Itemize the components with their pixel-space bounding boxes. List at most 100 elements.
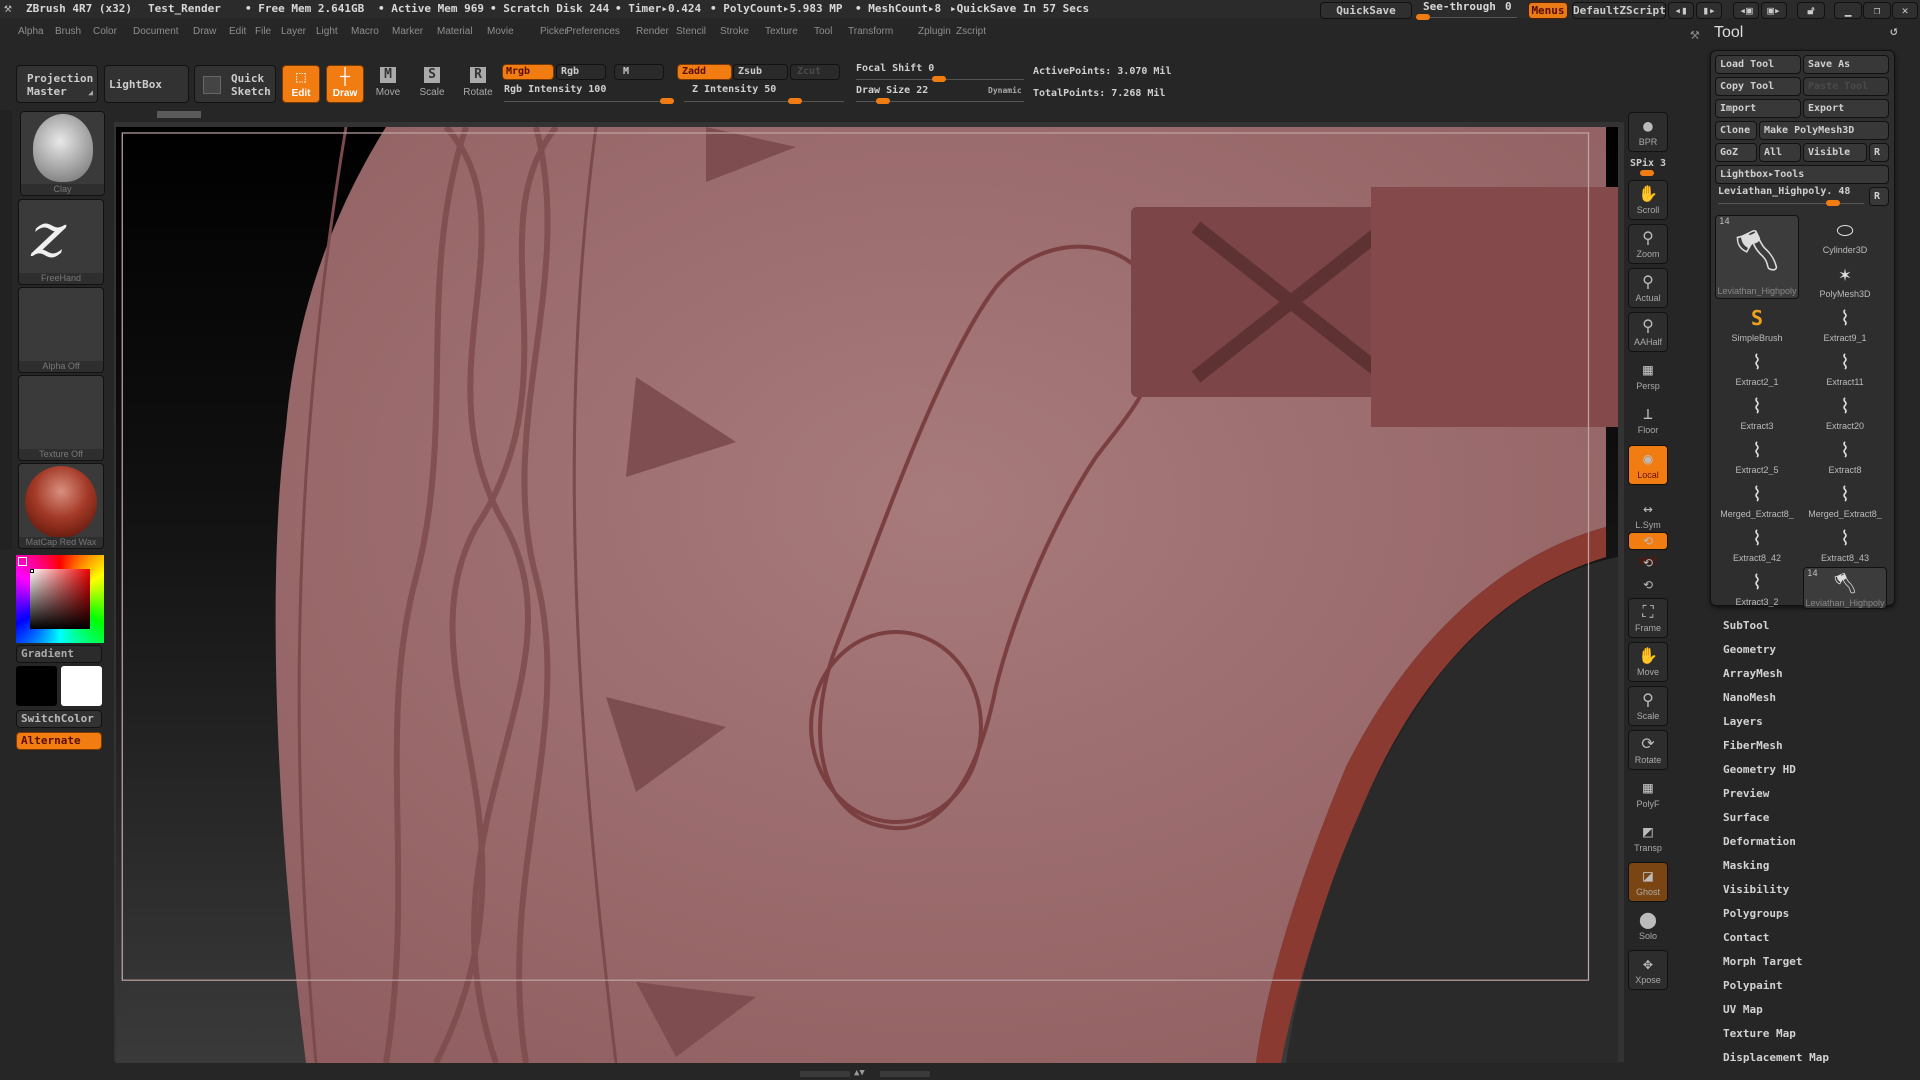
focal-shift-knob[interactable]	[932, 76, 946, 82]
menu-light[interactable]: Light	[316, 26, 338, 37]
menu-zscript[interactable]: Zscript	[956, 26, 986, 37]
color-picker-square[interactable]	[30, 569, 90, 629]
subpalette-deformation[interactable]: Deformation	[1723, 835, 1796, 848]
menu-draw[interactable]: Draw	[193, 26, 216, 37]
palette-right-icon[interactable]: ▣▸	[1761, 2, 1787, 19]
color-sv-marker[interactable]	[30, 569, 34, 573]
subpalette-subtool[interactable]: SubTool	[1723, 619, 1769, 632]
menu-layer[interactable]: Layer	[281, 26, 306, 37]
draw-button[interactable]: ┼ Draw	[326, 65, 364, 103]
document-canvas[interactable]	[116, 127, 1618, 1063]
subpalette-arraymesh[interactable]: ArrayMesh	[1723, 667, 1783, 680]
lock-icon[interactable]: 🔓︎	[1797, 2, 1825, 19]
shelf-transp-button[interactable]: ◩ Transp	[1628, 818, 1668, 858]
load-tool-button[interactable]: Load Tool	[1715, 55, 1801, 74]
menu-brush[interactable]: Brush	[55, 26, 81, 37]
shelf-move-button[interactable]: ✋ Move	[1628, 642, 1668, 682]
left-tray-divider[interactable]	[0, 110, 12, 550]
scroll-left-icon[interactable]: ◂▮	[1668, 2, 1694, 19]
shelf-zoom-button[interactable]: ⚲ Zoom	[1628, 224, 1668, 264]
paste-tool-button[interactable]: Paste Tool	[1803, 77, 1889, 96]
copy-tool-button[interactable]: Copy Tool	[1715, 77, 1801, 96]
current-tool-r-button[interactable]: R	[1869, 187, 1889, 206]
current-tool-knob[interactable]	[1826, 200, 1840, 206]
tool-item[interactable]: ⌇ Extract8	[1803, 435, 1887, 477]
goz-all-button[interactable]: All	[1759, 143, 1801, 162]
shelf-frame-button[interactable]: ⛶ Frame	[1628, 598, 1668, 638]
alpha-thumbnail[interactable]: Alpha Off	[18, 287, 104, 373]
palette-left-icon[interactable]: ◂▣	[1733, 2, 1759, 19]
rgb-intensity-slider[interactable]	[504, 101, 674, 102]
menu-movie[interactable]: Movie	[487, 26, 514, 37]
menu-transform[interactable]: Transform	[848, 26, 893, 37]
move-button[interactable]: M Move	[370, 67, 406, 98]
current-tool-slider[interactable]	[1718, 203, 1864, 204]
brush-thumbnail[interactable]: Clay	[20, 111, 105, 196]
menu-zplugin[interactable]: Zplugin	[918, 26, 951, 37]
menu-file[interactable]: File	[255, 26, 271, 37]
shelf-xpose-button[interactable]: ✥ Xpose	[1628, 950, 1668, 990]
menu-material[interactable]: Material	[437, 26, 473, 37]
rotate-button[interactable]: R Rotate	[458, 67, 498, 98]
shelf-scale-button[interactable]: ⚲ Scale	[1628, 686, 1668, 726]
menu-document[interactable]: Document	[133, 26, 179, 37]
subpalette-masking[interactable]: Masking	[1723, 859, 1769, 872]
menu-stencil[interactable]: Stencil	[676, 26, 706, 37]
default-zscript-button[interactable]: DefaultZScript	[1572, 2, 1666, 19]
tool-item[interactable]: ⬭ Cylinder3D	[1803, 215, 1887, 257]
main-color-swatch[interactable]	[61, 666, 102, 706]
tool-item[interactable]: ⌇ Extract3_2	[1715, 567, 1799, 609]
minimize-icon[interactable]: ▁	[1834, 2, 1862, 19]
gradient-button[interactable]: Gradient	[16, 645, 102, 663]
restore-icon[interactable]: ❐	[1863, 2, 1891, 19]
z-intensity-slider[interactable]	[684, 101, 844, 102]
subpalette-nanomesh[interactable]: NanoMesh	[1723, 691, 1776, 704]
goz-button[interactable]: GoZ	[1715, 143, 1757, 162]
goz-visible-button[interactable]: Visible	[1803, 143, 1867, 162]
menu-tool[interactable]: Tool	[814, 26, 832, 37]
tool-item[interactable]: ⌇ Extract2_1	[1715, 347, 1799, 389]
tool-item[interactable]: ⌇ Extract2_5	[1715, 435, 1799, 477]
subpalette-fibermesh[interactable]: FiberMesh	[1723, 739, 1783, 752]
goz-r-button[interactable]: R	[1869, 143, 1889, 162]
menu-stroke[interactable]: Stroke	[720, 26, 749, 37]
shelf-xyz-button[interactable]: ⟲ XYZ	[1628, 532, 1668, 566]
shelf-aahalf-button[interactable]: ⚲ AAHalf	[1628, 312, 1668, 352]
projection-master-button[interactable]: Projection Master ◢	[16, 65, 98, 103]
menus-button[interactable]: Menus	[1528, 2, 1568, 19]
tool-item[interactable]: ⌇ Extract9_1	[1803, 303, 1887, 345]
shelf-scroll-button[interactable]: ✋ Scroll	[1628, 180, 1668, 220]
menu-macro[interactable]: Macro	[351, 26, 379, 37]
scroll-right-icon[interactable]: ▮▸	[1696, 2, 1722, 19]
shelf-solo-button[interactable]: ⬤ Solo	[1628, 906, 1668, 946]
edit-button[interactable]: ⬚ Edit	[282, 65, 320, 103]
viewport-bottom-handle[interactable]: ▲▼	[800, 1068, 930, 1078]
quicksave-button[interactable]: QuickSave	[1320, 2, 1412, 19]
stroke-thumbnail[interactable]: z FreeHand	[18, 199, 104, 285]
color-picker[interactable]	[16, 555, 104, 643]
menu-preferences[interactable]: Preferences	[566, 26, 620, 37]
shelf-persp-button[interactable]: ▦ Persp	[1628, 356, 1668, 396]
make-polymesh3d-button[interactable]: Make PolyMesh3D	[1759, 121, 1889, 140]
import-button[interactable]: Import	[1715, 99, 1801, 118]
zadd-button[interactable]: Zadd	[677, 64, 732, 80]
tool-palette-header[interactable]: ⚒ Tool ↺	[1690, 22, 1920, 48]
subpalette-layers[interactable]: Layers	[1723, 715, 1763, 728]
subpalette-morph-target[interactable]: Morph Target	[1723, 955, 1802, 968]
shelf-actual-button[interactable]: ⚲ Actual	[1628, 268, 1668, 308]
tool-item[interactable]: ⌇ Merged_Extract8_	[1715, 479, 1799, 521]
menu-color[interactable]: Color	[93, 26, 117, 37]
see-through-slider[interactable]	[1417, 17, 1517, 18]
clone-button[interactable]: Clone	[1715, 121, 1757, 140]
subpalette-uv-map[interactable]: UV Map	[1723, 1003, 1763, 1016]
subpalette-texture-map[interactable]: Texture Map	[1723, 1027, 1796, 1040]
menu-alpha[interactable]: Alpha	[18, 26, 44, 37]
secondary-color-swatch[interactable]	[16, 666, 57, 706]
tool-item[interactable]: 14 🪓︎ Leviathan_Highpoly	[1715, 215, 1799, 299]
menu-edit[interactable]: Edit	[229, 26, 246, 37]
shelf-rotate-button[interactable]: ⟳ Rotate	[1628, 730, 1668, 770]
shelf-rotate-y-button[interactable]: ⟲	[1628, 554, 1668, 574]
tool-item[interactable]: ⌇ Extract11	[1803, 347, 1887, 389]
dynamic-toggle[interactable]: Dynamic	[988, 86, 1022, 95]
texture-thumbnail[interactable]: Texture Off	[18, 375, 104, 461]
